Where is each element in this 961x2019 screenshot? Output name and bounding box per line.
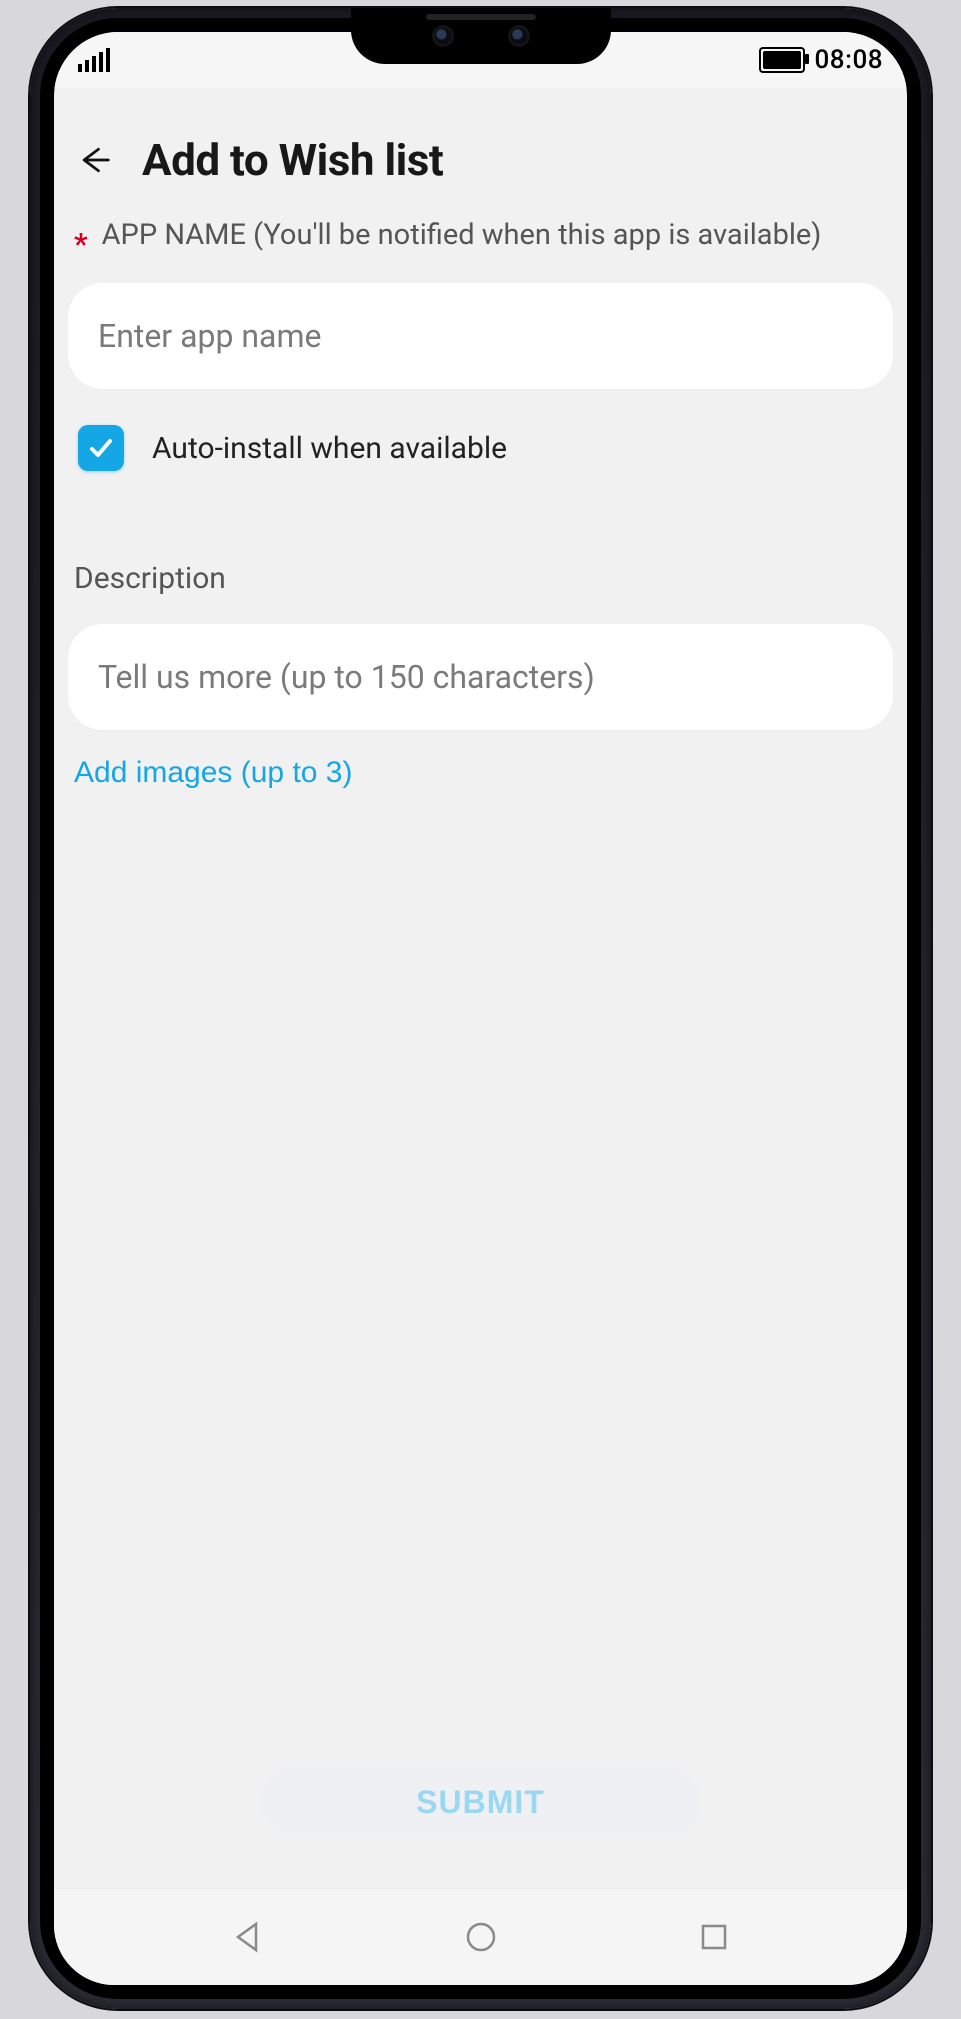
circle-home-icon — [462, 1918, 500, 1956]
auto-install-label: Auto-install when available — [152, 431, 507, 466]
front-camera-right — [511, 28, 527, 44]
auto-install-checkbox[interactable] — [78, 425, 124, 471]
page-title: Add to Wish list — [142, 134, 443, 186]
auto-install-row: Auto-install when available — [68, 389, 893, 471]
app-name-input[interactable] — [68, 283, 893, 389]
app-content: Add to Wish list * APP NAME (You'll be n… — [54, 88, 907, 1888]
device-notch — [351, 8, 611, 64]
description-input[interactable] — [68, 624, 893, 730]
app-name-field — [68, 283, 893, 389]
spacer — [68, 790, 893, 1766]
phone-frame: 08:08 Add to Wish list * APP NAME (You'l… — [30, 8, 931, 2009]
nav-recent-button[interactable] — [674, 1907, 754, 1967]
battery-icon — [759, 47, 805, 73]
description-field — [68, 624, 893, 730]
nav-back-button[interactable] — [207, 1907, 287, 1967]
triangle-back-icon — [228, 1918, 266, 1956]
check-icon — [86, 433, 116, 463]
description-label: Description — [68, 471, 893, 596]
app-header: Add to Wish list — [68, 88, 893, 216]
status-right: 08:08 — [759, 45, 883, 75]
signal-icon — [78, 48, 110, 72]
add-images-button[interactable]: Add images (up to 3) — [68, 730, 893, 790]
square-recent-icon — [697, 1920, 731, 1954]
app-name-label: APP NAME (You'll be notified when this a… — [102, 216, 822, 255]
speaker-grille — [426, 14, 536, 20]
required-asterisk: * — [74, 230, 88, 260]
app-name-label-row: * APP NAME (You'll be notified when this… — [68, 216, 893, 255]
clock: 08:08 — [815, 45, 883, 75]
front-camera-left — [435, 28, 451, 44]
screen: 08:08 Add to Wish list * APP NAME (You'l… — [54, 32, 907, 1985]
submit-wrap: SUBMIT — [68, 1766, 893, 1888]
submit-button[interactable]: SUBMIT — [261, 1766, 701, 1838]
back-button[interactable] — [70, 136, 118, 184]
system-nav-bar — [54, 1888, 907, 1985]
arrow-left-icon — [76, 140, 112, 180]
nav-home-button[interactable] — [441, 1907, 521, 1967]
